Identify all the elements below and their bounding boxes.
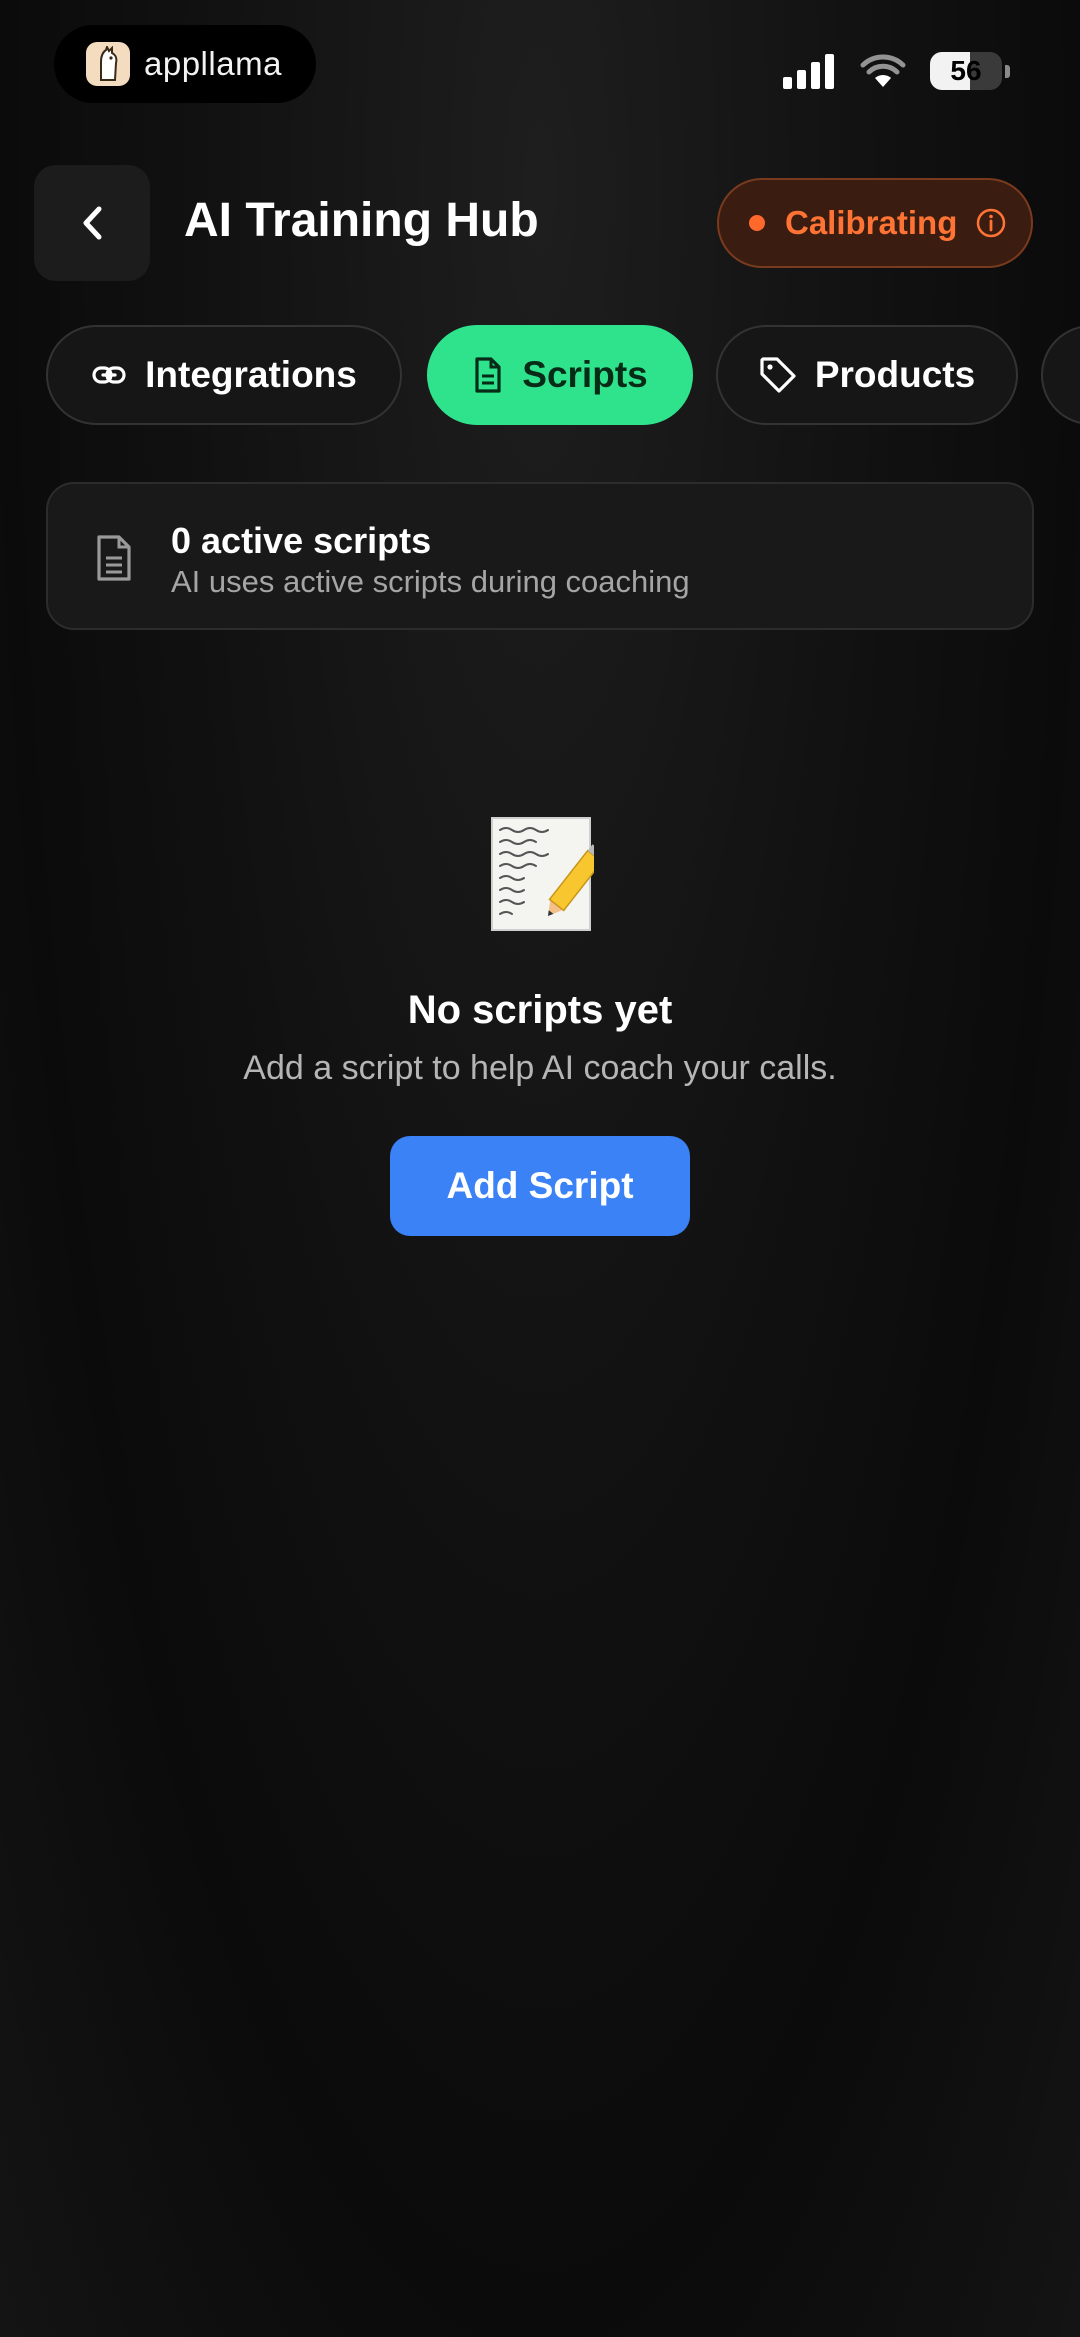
tab-bar: Integrations Scripts Products <box>46 325 1080 425</box>
active-scripts-subtitle: AI uses active scripts during coaching <box>171 564 690 599</box>
battery-icon: 56 <box>930 52 1002 90</box>
battery-level: 56 <box>950 55 982 86</box>
battery-tip <box>1005 64 1010 78</box>
tab-products[interactable]: Products <box>716 325 1018 425</box>
status-chip-label: Calibrating <box>785 204 958 241</box>
info-icon[interactable] <box>975 207 1007 239</box>
tab-integrations[interactable]: Integrations <box>46 325 402 425</box>
active-scripts-count: 0 active scripts <box>171 520 432 561</box>
status-icons: 56 <box>783 48 1010 94</box>
chevron-left-icon <box>83 206 102 240</box>
brand-name: appllama <box>144 45 282 82</box>
empty-state-title: No scripts yet <box>407 988 673 1032</box>
memo-icon <box>491 817 594 931</box>
link-icon <box>92 366 126 384</box>
wifi-icon <box>860 54 906 87</box>
status-dot-icon <box>749 215 765 231</box>
document-icon <box>475 357 501 393</box>
active-scripts-summary-card: 0 active scripts AI uses active scripts … <box>46 482 1034 630</box>
llama-logo-icon <box>86 42 130 86</box>
app-brand-pill: appllama <box>54 25 316 103</box>
tab-integrations-label: Integrations <box>145 354 357 395</box>
tab-scripts-label: Scripts <box>522 354 648 395</box>
document-icon <box>97 535 131 581</box>
tab-more-overflow[interactable] <box>1041 325 1080 425</box>
tab-products-label: Products <box>814 354 976 395</box>
tag-icon <box>760 357 796 393</box>
empty-state-subtitle: Add a script to help AI coach your calls… <box>243 1049 837 1087</box>
calibrating-status-chip[interactable]: Calibrating <box>717 178 1033 268</box>
add-script-button[interactable]: Add Script <box>390 1136 690 1236</box>
cellular-signal-icon <box>783 53 834 89</box>
page-title: AI Training Hub <box>184 194 539 247</box>
back-button[interactable] <box>34 165 150 281</box>
tab-scripts[interactable]: Scripts <box>427 325 693 425</box>
